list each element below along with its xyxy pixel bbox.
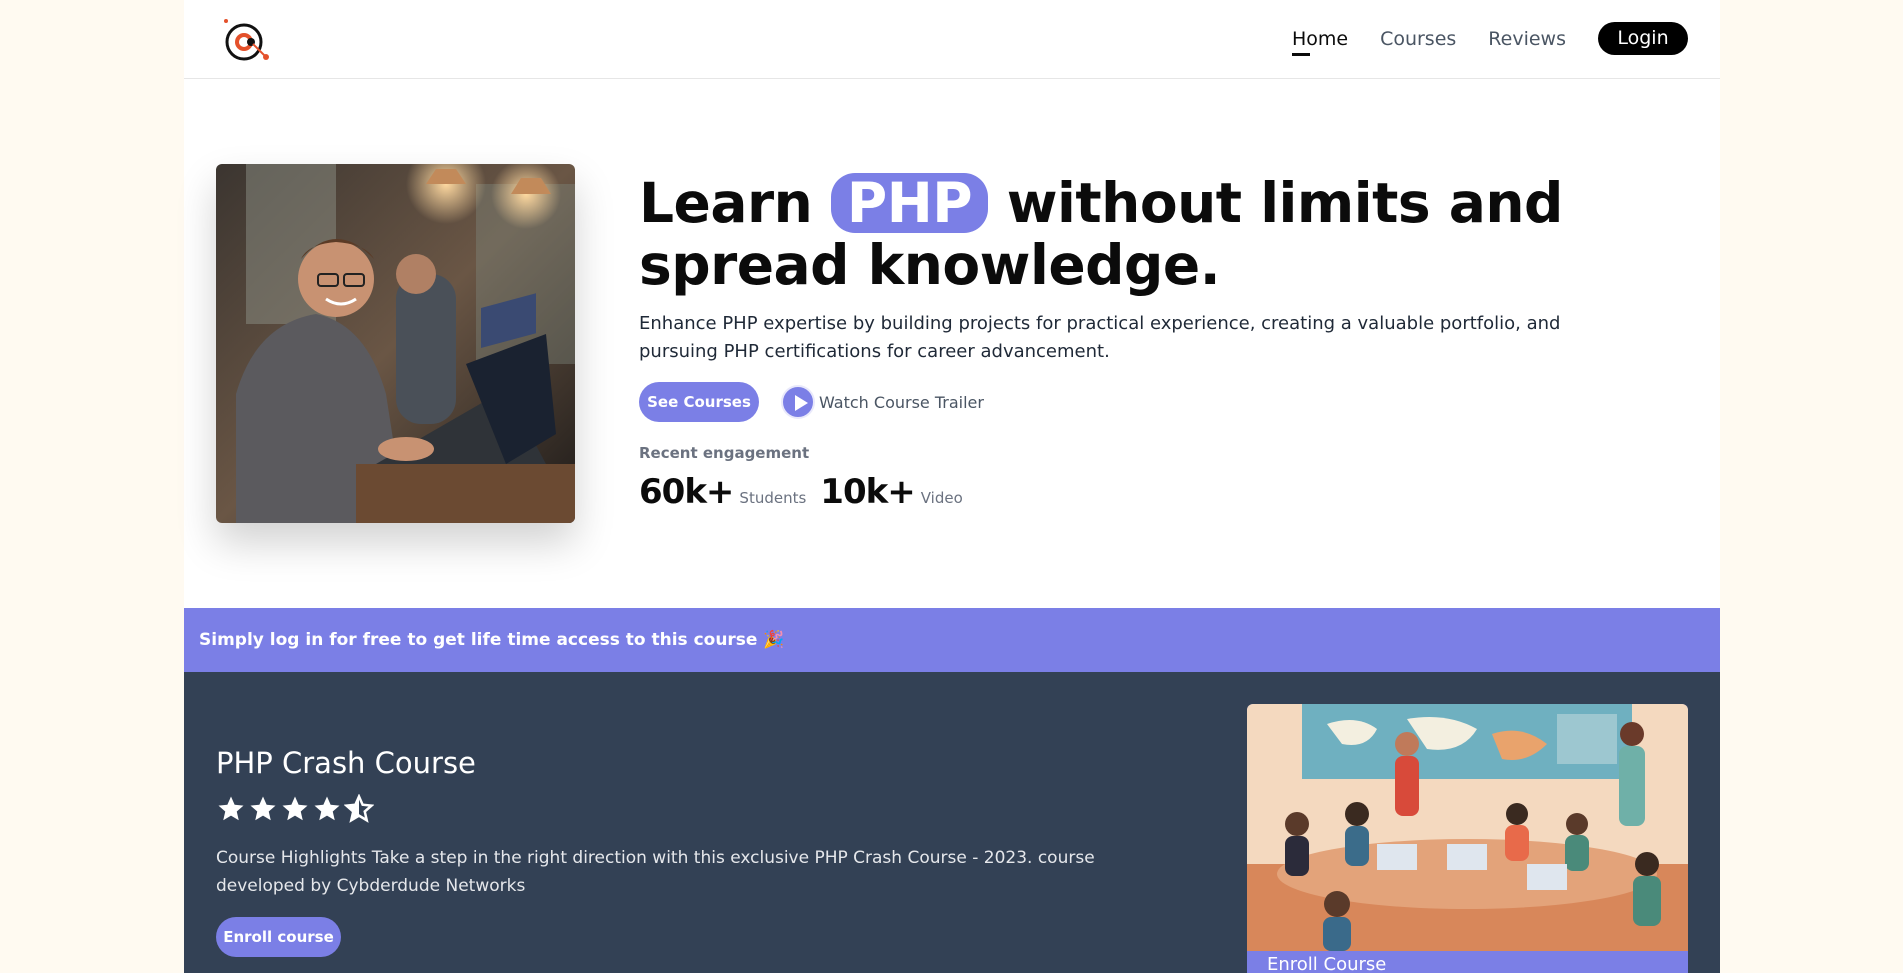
stat-video-label: Video bbox=[920, 489, 963, 507]
course-card: Enroll Course bbox=[1247, 704, 1688, 973]
course-rating bbox=[216, 794, 376, 824]
nav-courses[interactable]: Courses bbox=[1380, 23, 1456, 55]
php-highlight: PHP bbox=[830, 173, 989, 233]
nav-reviews[interactable]: Reviews bbox=[1488, 23, 1566, 55]
see-courses-button[interactable]: See Courses bbox=[639, 382, 759, 422]
watch-trailer-button[interactable]: Watch Course Trailer bbox=[781, 385, 984, 419]
star-half-icon bbox=[344, 794, 374, 823]
course-description: Course Highlights Take a step in the rig… bbox=[216, 848, 1095, 896]
login-banner: Simply log in for free to get life time … bbox=[184, 608, 1720, 672]
stat-video-value: 10k+ bbox=[820, 472, 915, 512]
card-enroll-button[interactable]: Enroll Course bbox=[1267, 954, 1386, 973]
hero-title: Learn PHP without limits and spread know… bbox=[639, 172, 1639, 296]
nav-links: Home Courses Reviews Login bbox=[1260, 22, 1688, 56]
trailer-label: Watch Course Trailer bbox=[819, 392, 984, 412]
engagement-label: Recent engagement bbox=[639, 444, 810, 462]
stat-students-label: Students bbox=[739, 489, 807, 507]
play-icon bbox=[781, 385, 815, 419]
course-section: PHP Crash Course Course Highlights Take … bbox=[184, 672, 1720, 973]
star-full-icon bbox=[282, 796, 308, 821]
enroll-course-button[interactable]: Enroll course bbox=[216, 917, 341, 957]
engagement-stats: 60k+ Students 10k+ Video bbox=[639, 472, 1639, 512]
star-full-icon bbox=[314, 796, 340, 821]
stat-students-value: 60k+ bbox=[639, 472, 734, 512]
course-title: PHP Crash Course bbox=[216, 746, 476, 780]
logo-icon[interactable] bbox=[220, 16, 272, 64]
page: Home Courses Reviews Login Learn PHP wit… bbox=[184, 0, 1720, 973]
hero-text: Learn PHP without limits and spread know… bbox=[639, 172, 1639, 512]
login-button[interactable]: Login bbox=[1598, 22, 1688, 55]
hero-actions: See Courses Watch Course Trailer bbox=[639, 382, 1639, 422]
party-popper-icon: 🎉 bbox=[763, 630, 785, 650]
hero-title-pre: Learn bbox=[639, 171, 813, 235]
star-full-icon bbox=[218, 796, 244, 821]
star-full-icon bbox=[250, 796, 276, 821]
hero-subtitle: Enhance PHP expertise by building projec… bbox=[639, 313, 1561, 362]
banner-text: Simply log in for free to get life time … bbox=[199, 630, 758, 650]
nav-home[interactable]: Home bbox=[1291, 23, 1348, 56]
navbar: Home Courses Reviews Login bbox=[184, 0, 1720, 79]
hero-image bbox=[216, 164, 575, 523]
course-illustration bbox=[1247, 704, 1688, 951]
